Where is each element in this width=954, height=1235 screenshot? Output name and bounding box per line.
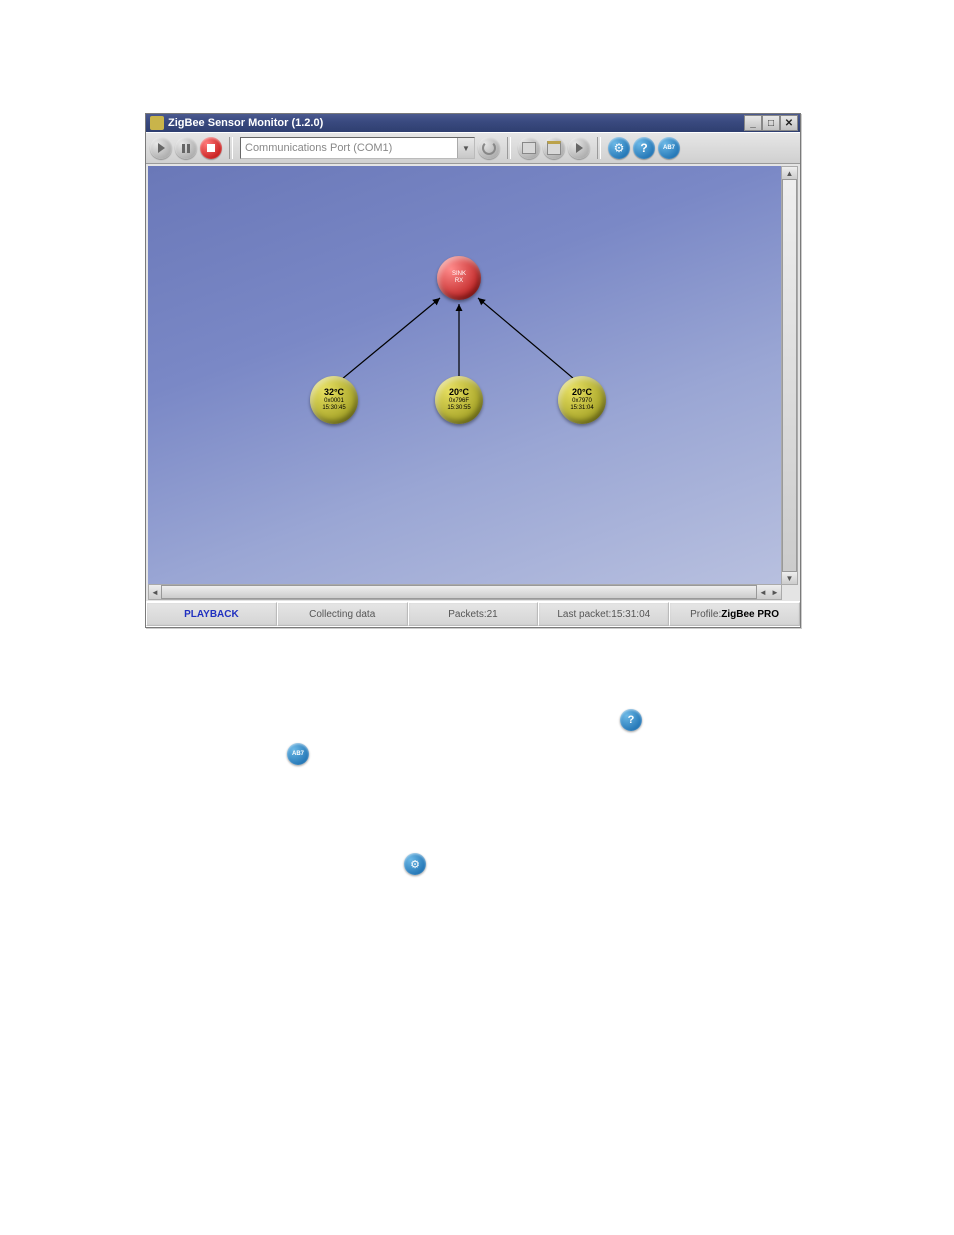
floating-help-icon: ? <box>620 709 642 731</box>
stop-icon <box>207 144 215 152</box>
separator <box>229 137 233 159</box>
node-time: 15:31:04 <box>570 405 593 412</box>
app-icon <box>150 116 164 130</box>
gear-icon: ⚙ <box>410 858 420 871</box>
scroll-up-icon[interactable]: ▲ <box>782 167 797 179</box>
vertical-scrollbar[interactable]: ▲ ▼ <box>781 166 798 585</box>
sink-sublabel: RX <box>455 278 463 285</box>
play-icon <box>158 143 165 153</box>
network-canvas[interactable]: SINK RX 32°C 0x0001 15:30:45 20°C 0x796F… <box>148 166 782 585</box>
minimize-button[interactable]: _ <box>744 115 762 131</box>
toolbar: Communications Port (COM1) ▼ ⚙ ? AB7 <box>146 132 800 164</box>
play-button[interactable] <box>150 137 172 159</box>
status-lastpacket: Last packet: 15:31:04 <box>538 602 669 626</box>
window-title: ZigBee Sensor Monitor (1.2.0) <box>168 117 323 129</box>
scroll-thumb[interactable] <box>782 179 797 572</box>
node-addr: 0x0001 <box>324 398 344 405</box>
window-controls: _ □ ✕ <box>744 115 798 131</box>
scroll-right-icon[interactable]: ◄ <box>757 585 769 599</box>
horizontal-scrollbar[interactable]: ◄ ◄ ► <box>148 584 782 600</box>
save-icon <box>522 142 536 154</box>
chevron-down-icon[interactable]: ▼ <box>457 138 474 158</box>
scroll-down-icon[interactable]: ▼ <box>782 572 797 584</box>
canvas-area: SINK RX 32°C 0x0001 15:30:45 20°C 0x796F… <box>146 164 800 601</box>
ab7-icon: AB7 <box>292 751 304 757</box>
open-button[interactable] <box>543 137 565 159</box>
node-addr: 0x796F <box>449 398 469 405</box>
titlebar[interactable]: ZigBee Sensor Monitor (1.2.0) _ □ ✕ <box>146 114 800 132</box>
sink-node[interactable]: SINK RX <box>437 256 481 300</box>
sink-label: SINK <box>452 271 466 278</box>
node-temp: 20°C <box>572 388 592 398</box>
sensor-node-2[interactable]: 20°C 0x796F 15:30:55 <box>435 376 483 424</box>
sensor-node-1[interactable]: 32°C 0x0001 15:30:45 <box>310 376 358 424</box>
status-state: Collecting data <box>277 602 408 626</box>
scroll-thumb[interactable] <box>161 585 757 599</box>
node-time: 15:30:45 <box>322 405 345 412</box>
ab7-icon: AB7 <box>663 145 675 151</box>
status-packets: Packets: 21 <box>408 602 539 626</box>
play-icon <box>576 143 583 153</box>
help-icon: ? <box>628 714 635 726</box>
settings-button[interactable]: ⚙ <box>608 137 630 159</box>
app-window: ZigBee Sensor Monitor (1.2.0) _ □ ✕ Comm… <box>145 113 801 628</box>
pause-icon <box>182 144 190 153</box>
network-edges <box>148 166 782 585</box>
pause-button[interactable] <box>175 137 197 159</box>
sensor-node-3[interactable]: 20°C 0x7970 15:31:04 <box>558 376 606 424</box>
floating-ab7-icon: AB7 <box>287 743 309 765</box>
separator <box>507 137 511 159</box>
save-button[interactable] <box>518 137 540 159</box>
scroll-left-icon[interactable]: ◄ <box>149 585 161 599</box>
refresh-icon <box>482 141 496 155</box>
help-button[interactable]: ? <box>633 137 655 159</box>
status-profile: Profile: ZigBee PRO <box>669 602 800 626</box>
status-mode: PLAYBACK <box>146 602 277 626</box>
playback-button[interactable] <box>568 137 590 159</box>
separator <box>597 137 601 159</box>
help-icon: ? <box>640 141 647 155</box>
floating-gear-icon: ⚙ <box>404 853 426 875</box>
stop-button[interactable] <box>200 137 222 159</box>
port-combo[interactable]: Communications Port (COM1) ▼ <box>240 137 475 159</box>
maximize-button[interactable]: □ <box>762 115 780 131</box>
node-addr: 0x7970 <box>572 398 592 405</box>
close-button[interactable]: ✕ <box>780 115 798 131</box>
status-bar: PLAYBACK Collecting data Packets: 21 Las… <box>146 601 800 626</box>
folder-icon <box>547 141 561 155</box>
scroll-right-icon[interactable]: ► <box>769 585 781 599</box>
ab7-button[interactable]: AB7 <box>658 137 680 159</box>
refresh-button[interactable] <box>478 137 500 159</box>
gear-icon: ⚙ <box>614 141 625 155</box>
port-value: Communications Port (COM1) <box>245 142 392 154</box>
node-temp: 32°C <box>324 388 344 398</box>
node-temp: 20°C <box>449 388 469 398</box>
node-time: 15:30:55 <box>447 405 470 412</box>
